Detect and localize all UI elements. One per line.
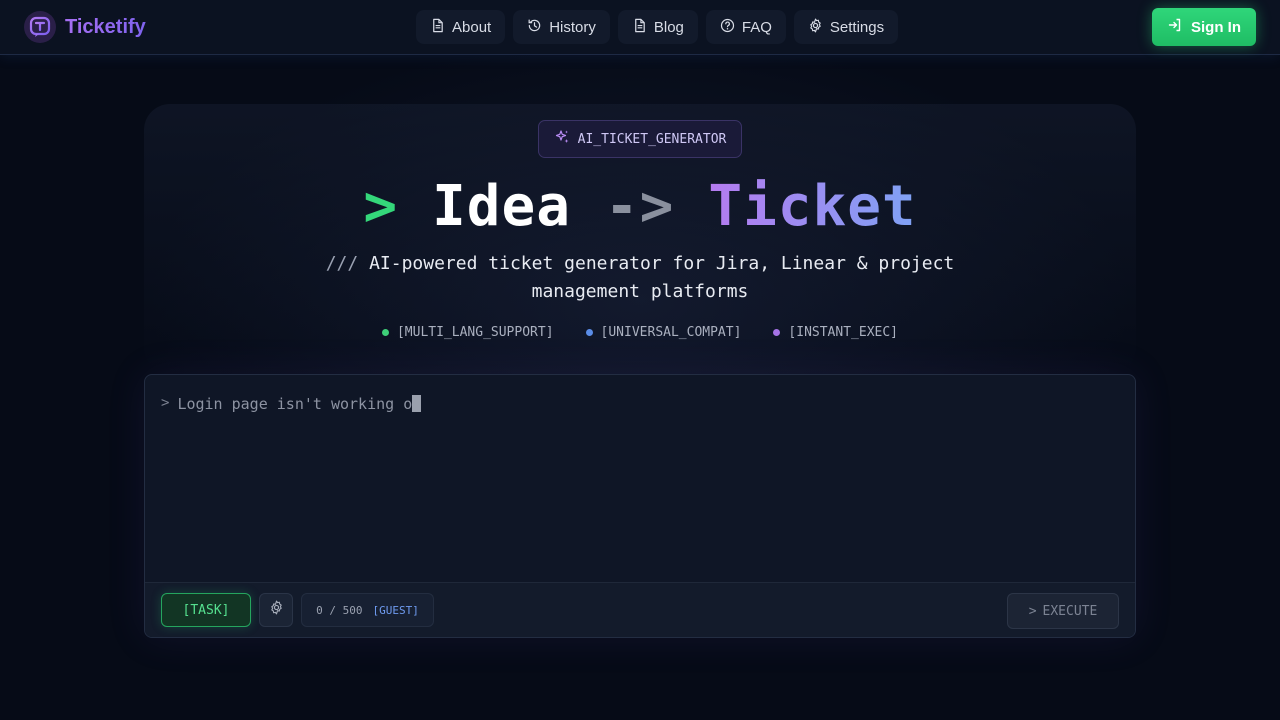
feature-label: [UNIVERSAL_COMPAT] — [600, 324, 742, 340]
nav-blog[interactable]: Blog — [617, 10, 698, 44]
options-button[interactable] — [259, 593, 293, 627]
nav-settings[interactable]: Settings — [793, 10, 899, 44]
nav-faq[interactable]: FAQ — [705, 10, 786, 44]
subtitle-prefix: /// — [325, 253, 359, 274]
execute-prefix: > — [1028, 603, 1037, 619]
input-prompt-symbol: > — [161, 395, 170, 411]
nav-about-label: About — [452, 18, 492, 36]
file-icon — [632, 18, 647, 37]
counter-value: 0 / 500 — [316, 603, 363, 617]
product-badge: AI_TICKET_GENERATOR — [538, 120, 742, 158]
plan-badge: [GUEST] — [372, 603, 419, 617]
feature-item: [UNIVERSAL_COMPAT] — [585, 322, 742, 342]
sparkles-icon — [554, 129, 570, 149]
nav-history[interactable]: History — [513, 10, 610, 44]
help-circle-icon — [720, 18, 735, 37]
nav-history-label: History — [549, 18, 596, 36]
text-cursor — [412, 395, 422, 412]
feature-dot — [773, 328, 781, 336]
sign-in-label: Sign In — [1191, 18, 1241, 36]
brand-name: Ticketify — [65, 15, 146, 38]
history-icon — [527, 18, 542, 37]
feature-label: [INSTANT_EXEC] — [788, 324, 898, 340]
execute-button[interactable]: > EXECUTE — [1007, 593, 1119, 629]
character-counter: 0 / 500 [GUEST] — [301, 593, 434, 627]
input-value: Login page isn't working o — [177, 395, 413, 413]
task-type-button[interactable]: [TASK] — [161, 593, 251, 627]
nav-faq-label: FAQ — [741, 18, 772, 36]
login-icon — [1167, 17, 1183, 37]
task-type-label: [TASK] — [182, 602, 230, 618]
feature-dot — [585, 328, 593, 336]
title-word-idea: Idea — [432, 173, 571, 239]
subtitle-line-1: AI-powered ticket generator for Jira, Li… — [369, 253, 955, 274]
ticket-input-panel: > Login page isn't working o [TASK] 0 / … — [144, 374, 1136, 638]
input-toolbar: [TASK] 0 / 500 [GUEST] > EXECUTE — [145, 582, 1135, 637]
nav-about[interactable]: About — [416, 10, 506, 44]
feature-list: [MULTI_LANG_SUPPORT] [UNIVERSAL_COMPAT] … — [0, 322, 1280, 342]
execute-label: EXECUTE — [1042, 603, 1098, 619]
title-prompt-symbol: > — [363, 173, 399, 239]
gear-icon — [808, 18, 823, 37]
ticket-logo-icon — [24, 11, 56, 43]
title-arrow: -> — [604, 173, 675, 239]
feature-item: [MULTI_LANG_SUPPORT] — [381, 322, 554, 342]
feature-dot — [381, 328, 389, 336]
hero-subtitle: /// AI-powered ticket generator for Jira… — [310, 250, 970, 306]
nav-blog-label: Blog — [653, 18, 684, 36]
feature-item: [INSTANT_EXEC] — [773, 322, 898, 342]
idea-input[interactable]: > Login page isn't working o — [145, 375, 1135, 582]
nav-settings-label: Settings — [829, 18, 885, 36]
main-nav: About History Blog FAQ Settings — [416, 10, 899, 44]
sign-in-button[interactable]: Sign In — [1152, 8, 1256, 46]
brand-logo-link[interactable]: Ticketify — [24, 11, 146, 43]
title-word-ticket: Ticket — [708, 173, 917, 239]
file-icon — [430, 18, 445, 37]
gear-icon — [269, 600, 284, 620]
feature-label: [MULTI_LANG_SUPPORT] — [396, 324, 554, 340]
subtitle-line-2: management platforms — [531, 281, 749, 302]
hero-title: > Idea -> Ticket — [0, 172, 1280, 240]
top-navbar: Ticketify About History Blog FAQ Setting… — [0, 0, 1280, 55]
badge-label: AI_TICKET_GENERATOR — [577, 131, 727, 147]
